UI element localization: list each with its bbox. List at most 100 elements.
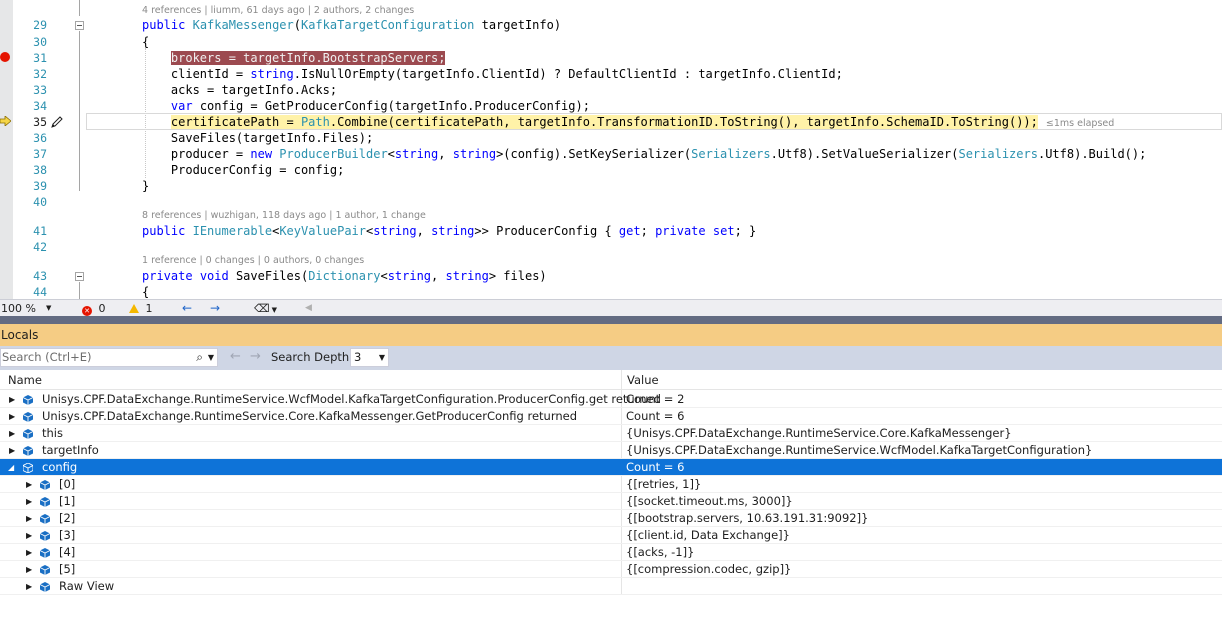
row-value[interactable]: {Unisys.CPF.DataExchange.RuntimeService.… (626, 425, 1012, 442)
code-line[interactable]: var config = GetProducerConfig(targetInf… (142, 98, 590, 114)
table-row[interactable]: ▶ [5] {[compression.codec, gzip]} (0, 561, 1222, 578)
row-value[interactable]: {Unisys.CPF.DataExchange.RuntimeService.… (626, 442, 1092, 459)
code-editor[interactable]: 29 30 31 32 33 34 35 36 37 38 39 40 41 4… (0, 0, 1222, 299)
panel-splitter[interactable] (0, 316, 1222, 324)
object-icon (40, 497, 50, 507)
row-name: this (42, 426, 63, 440)
locals-title: Locals (1, 328, 39, 342)
chevron-down-icon[interactable]: ▼ (208, 349, 214, 366)
line-number: 42 (33, 240, 47, 254)
expand-icon[interactable]: ▶ (26, 476, 32, 493)
arrow-left-icon[interactable]: ← (182, 301, 192, 316)
table-row[interactable]: ▶ this {Unisys.CPF.DataExchange.RuntimeS… (0, 425, 1222, 442)
table-row-selected[interactable]: ◢ config Count = 6 (0, 459, 1222, 476)
object-icon (40, 480, 50, 490)
row-value[interactable]: {[client.id, Data Exchange]} (626, 527, 790, 544)
table-row[interactable]: ▶ [4] {[acks, -1]} (0, 544, 1222, 561)
code-line[interactable]: SaveFiles(targetInfo.Files); (142, 130, 373, 146)
row-value[interactable]: {[bootstrap.servers, 10.63.191.31:9092]} (626, 510, 868, 527)
glyph-margin[interactable] (0, 0, 13, 299)
warning-count[interactable]: 1 (129, 301, 153, 316)
column-header-name[interactable]: Name (8, 370, 42, 390)
search-icon[interactable]: ⌕ (196, 349, 203, 366)
zoom-select[interactable]: 100 % ▼ (1, 301, 55, 316)
search-depth-select[interactable]: 3 ▼ (350, 348, 389, 367)
search-depth-value: 3 (354, 350, 362, 364)
line-number-current: 35 (33, 115, 47, 129)
locals-title-bar[interactable]: Locals (0, 324, 1222, 346)
table-row[interactable]: ▶ Unisys.CPF.DataExchange.RuntimeService… (0, 408, 1222, 425)
code-line-breakpoint[interactable]: brokers = targetInfo.BootstrapServers; (142, 50, 446, 66)
expand-icon[interactable]: ▶ (26, 527, 32, 544)
object-icon (23, 446, 33, 456)
line-number: 40 (33, 195, 47, 209)
locals-search-input[interactable]: Search (Ctrl+E) ⌕ ▼ (0, 348, 218, 367)
code-line[interactable]: ProducerConfig = config; (142, 162, 344, 178)
row-name: config (42, 460, 78, 474)
row-name: [1] (59, 494, 76, 508)
chevron-down-icon: ▼ (378, 353, 385, 362)
chevron-down-icon: ▼ (46, 304, 52, 312)
breakpoint-icon[interactable] (0, 52, 10, 62)
collapse-icon[interactable]: ◢ (8, 459, 14, 476)
line-number: 33 (33, 83, 47, 97)
instruction-pointer-icon (0, 116, 11, 126)
row-value[interactable]: {[retries, 1]} (626, 476, 701, 493)
expand-icon[interactable]: ▶ (9, 408, 15, 425)
error-count[interactable]: ✕ 0 (82, 301, 106, 316)
scroll-left-icon[interactable]: ◀ (305, 301, 312, 316)
code-line[interactable]: { (142, 284, 149, 299)
expand-icon[interactable]: ▶ (26, 544, 32, 561)
table-row[interactable]: ▶ [0] {[retries, 1]} (0, 476, 1222, 493)
row-name: targetInfo (42, 443, 99, 457)
code-line[interactable]: acks = targetInfo.Acks; (142, 82, 337, 98)
collapse-toggle[interactable] (75, 272, 84, 281)
search-forward-icon[interactable]: → (250, 349, 261, 364)
row-value[interactable]: {[compression.codec, gzip]} (626, 561, 791, 578)
expand-icon[interactable]: ▶ (26, 578, 32, 595)
row-value[interactable]: {[socket.timeout.ms, 3000]} (626, 493, 793, 510)
object-icon (23, 429, 33, 439)
row-name: [0] (59, 477, 76, 491)
expand-icon[interactable]: ▶ (9, 442, 15, 459)
row-name: [2] (59, 511, 76, 525)
object-icon (40, 582, 50, 592)
row-value[interactable]: Count = 2 (626, 391, 684, 408)
column-header-value[interactable]: Value (627, 370, 659, 390)
code-line[interactable]: producer = new ProducerBuilder<string, s… (142, 146, 1146, 162)
code-line[interactable]: private void SaveFiles(Dictionary<string… (142, 268, 547, 284)
row-value[interactable]: Count = 6 (626, 459, 684, 476)
codelens-info[interactable]: 1 reference | 0 changes | 0 authors, 0 c… (142, 255, 364, 267)
object-icon (40, 565, 50, 575)
table-row[interactable]: ▶ targetInfo {Unisys.CPF.DataExchange.Ru… (0, 442, 1222, 459)
expand-icon[interactable]: ▶ (26, 493, 32, 510)
line-number: 34 (33, 99, 47, 113)
line-number: 29 (33, 18, 47, 32)
arrow-right-icon[interactable]: → (210, 301, 220, 316)
row-value[interactable]: Count = 6 (626, 408, 684, 425)
editor-status-bar: 100 % ▼ ✕ 0 1 ← → ⌫ ▼ ◀ (0, 299, 1222, 316)
perf-tip[interactable]: ≤1ms elapsed (1046, 118, 1114, 129)
table-row[interactable]: ▶ Unisys.CPF.DataExchange.RuntimeService… (0, 391, 1222, 408)
expand-icon[interactable]: ▶ (26, 510, 32, 527)
search-back-icon[interactable]: ← (230, 349, 241, 364)
codelens-info[interactable]: 4 references | liumm, 61 days ago | 2 au… (142, 5, 414, 17)
table-row[interactable]: ▶ [1] {[socket.timeout.ms, 3000]} (0, 493, 1222, 510)
code-line[interactable]: public KafkaMessenger(KafkaTargetConfigu… (142, 17, 561, 33)
expand-icon[interactable]: ▶ (9, 391, 15, 408)
locals-grid[interactable]: Name Value ▶ Unisys.CPF.DataExchange.Run… (0, 370, 1222, 631)
code-line[interactable]: } (142, 178, 149, 194)
table-row[interactable]: ▶ Raw View (0, 578, 1222, 595)
code-line[interactable]: { (142, 34, 149, 50)
table-row[interactable]: ▶ [3] {[client.id, Data Exchange]} (0, 527, 1222, 544)
collapse-toggle[interactable] (75, 21, 84, 30)
codelens-info[interactable]: 8 references | wuzhigan, 118 days ago | … (142, 210, 426, 222)
table-row[interactable]: ▶ [2] {[bootstrap.servers, 10.63.191.31:… (0, 510, 1222, 527)
error-count-value: 0 (98, 302, 106, 315)
code-line[interactable]: public IEnumerable<KeyValuePair<string, … (142, 223, 756, 239)
code-line[interactable]: clientId = string.IsNullOrEmpty(targetIn… (142, 66, 843, 82)
row-value[interactable]: {[acks, -1]} (626, 544, 694, 561)
edit-and-continue-icon[interactable] (50, 115, 64, 129)
expand-icon[interactable]: ▶ (26, 561, 32, 578)
expand-icon[interactable]: ▶ (9, 425, 15, 442)
